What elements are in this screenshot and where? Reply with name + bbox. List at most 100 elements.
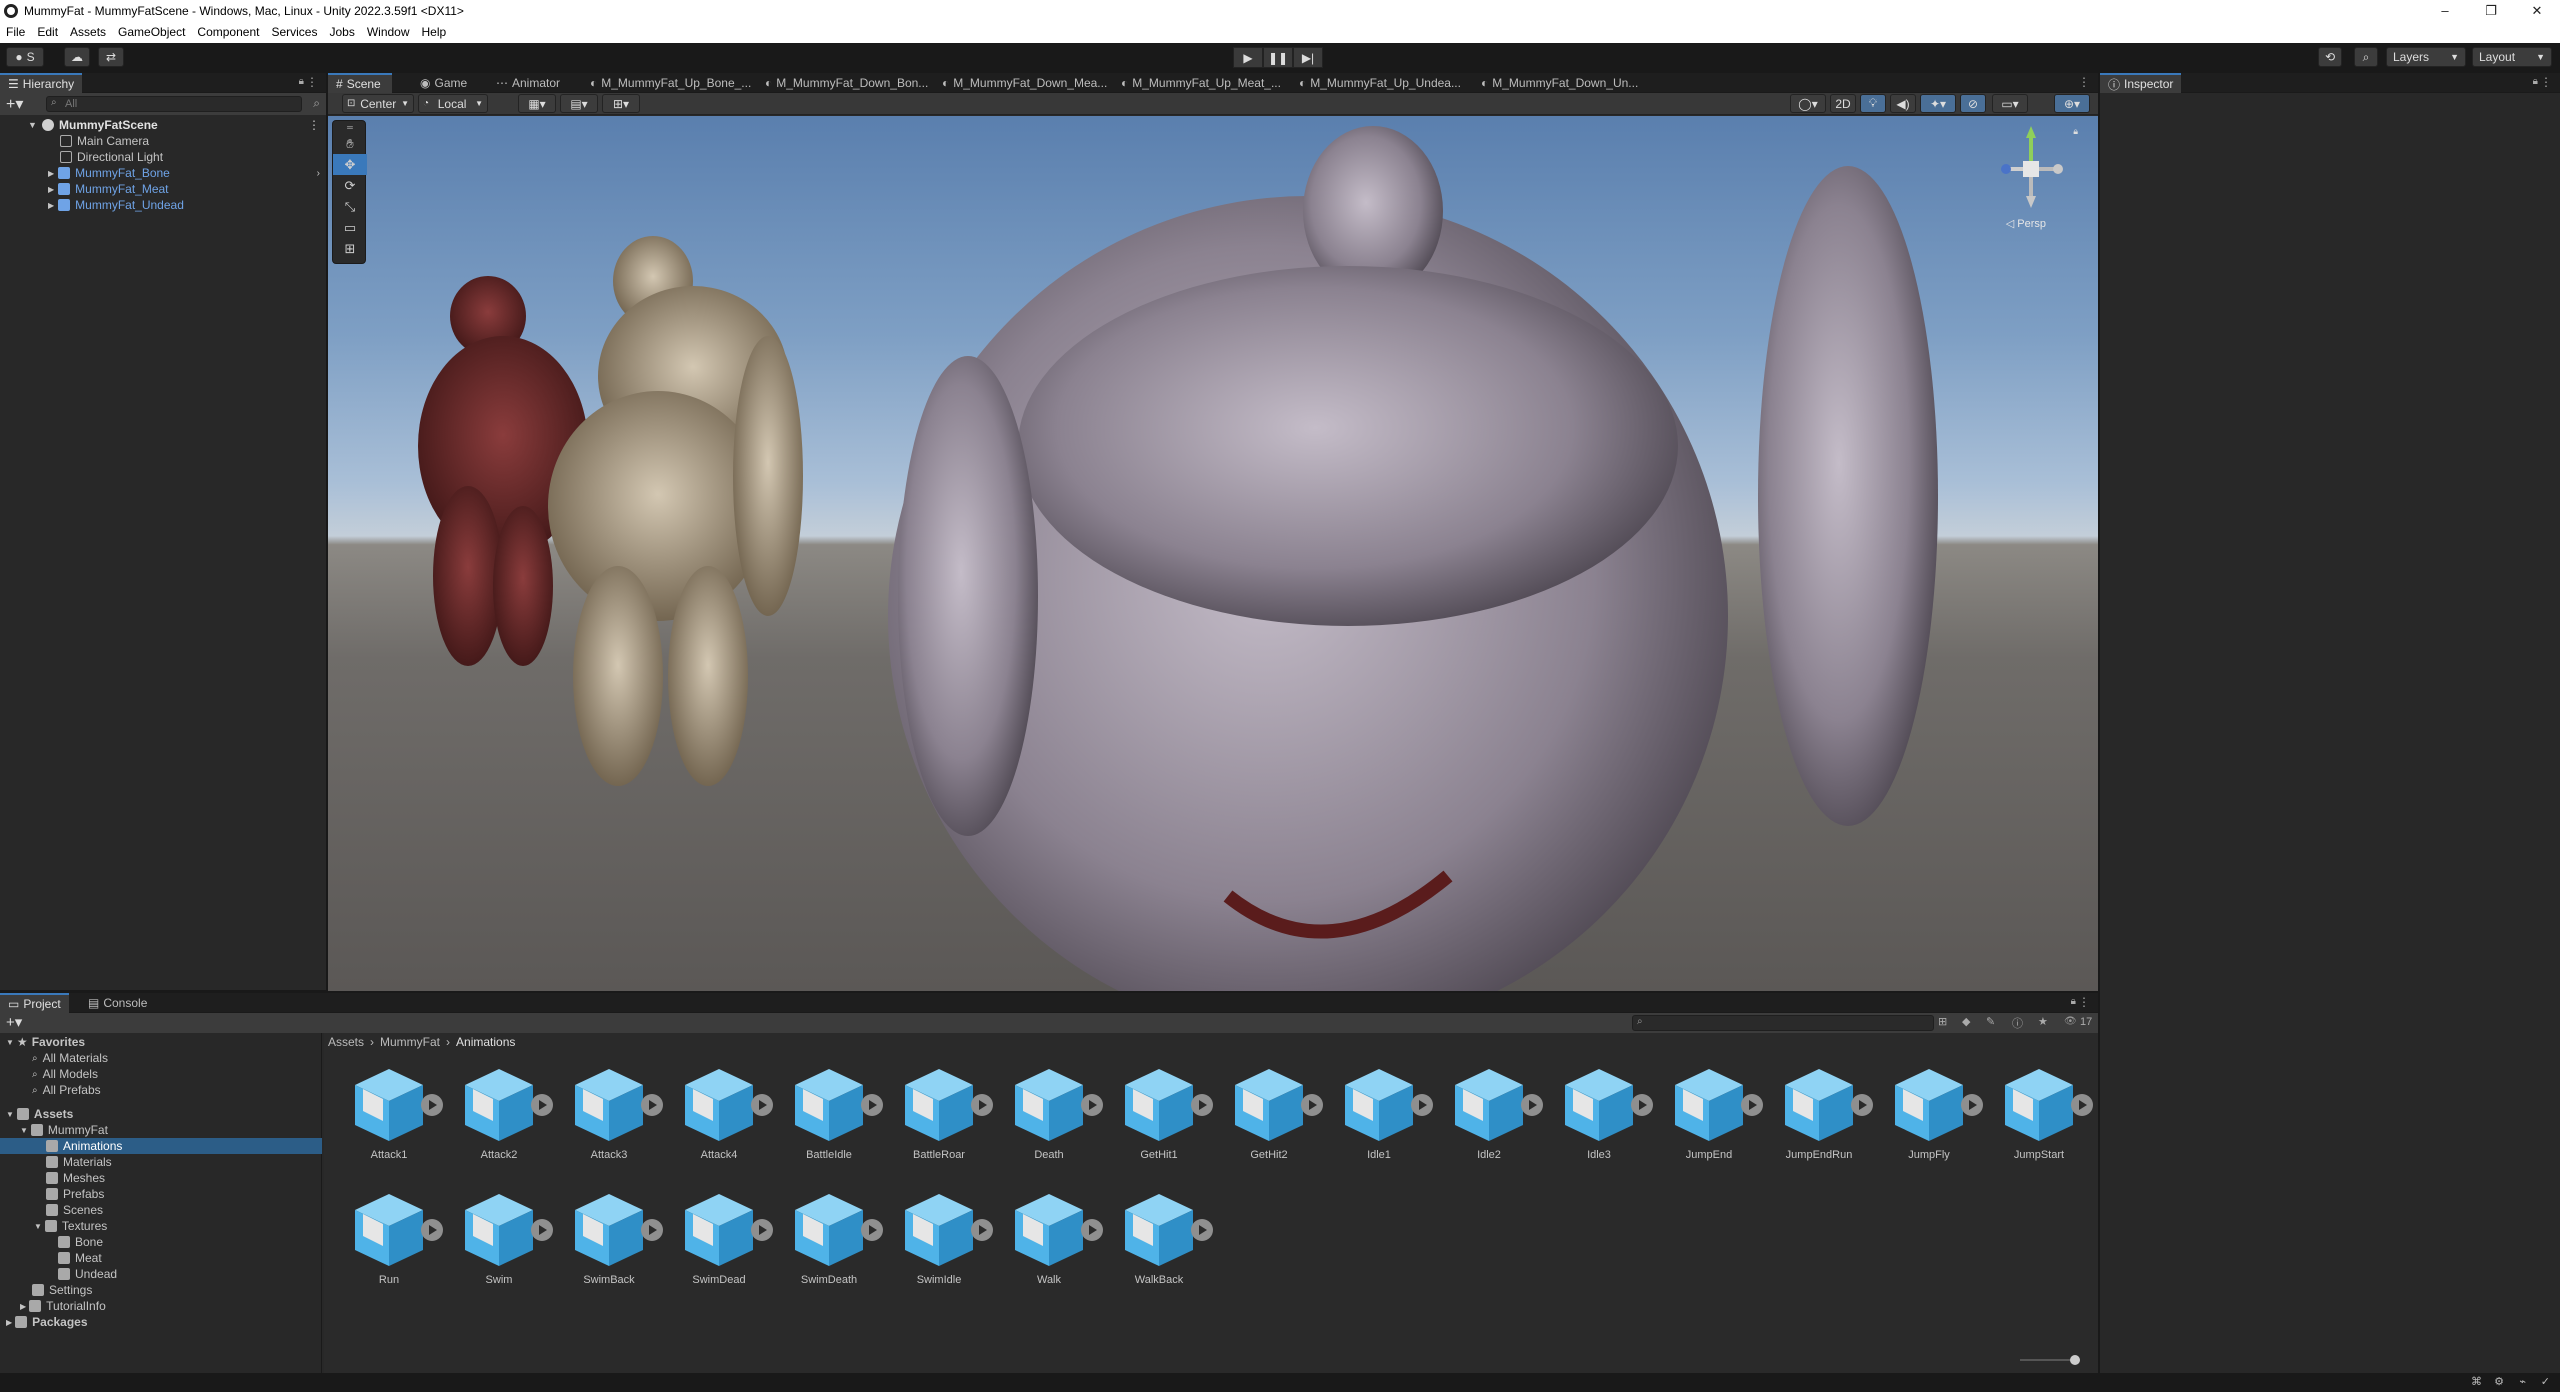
zoom-slider[interactable]	[2020, 1355, 2080, 1365]
animation-clip-asset[interactable]: SwimIdle	[884, 1182, 994, 1300]
animation-clip-asset[interactable]: Attack4	[664, 1057, 774, 1175]
favorite-star-icon[interactable]: ★	[2038, 1015, 2048, 1028]
transform-tool-icon[interactable]: ⊞	[333, 238, 367, 259]
collab-button[interactable]: ⇄	[98, 47, 124, 67]
play-preview-icon[interactable]	[751, 1094, 773, 1116]
create-asset-button[interactable]: +▾	[6, 1013, 22, 1031]
tab-material-1[interactable]: ◐ M_MummyFat_Up_Bone_...	[582, 73, 759, 93]
scene-menu-icon[interactable]: ⋮	[308, 118, 320, 132]
grid-snap-button[interactable]: ▦▾	[518, 94, 556, 113]
animation-clip-asset[interactable]: Idle3	[1544, 1057, 1654, 1175]
play-preview-icon[interactable]	[1081, 1094, 1103, 1116]
menu-edit[interactable]: Edit	[37, 25, 58, 39]
foldout-arrow-icon[interactable]: ▶	[48, 185, 54, 194]
tab-scene[interactable]: # Scene	[328, 73, 392, 93]
minimize-button[interactable]: –	[2422, 0, 2468, 21]
play-preview-icon[interactable]	[861, 1094, 883, 1116]
animation-clip-asset[interactable]: BattleRoar	[884, 1057, 994, 1175]
animation-clip-asset[interactable]: Idle1	[1324, 1057, 1434, 1175]
menu-assets[interactable]: Assets	[70, 25, 106, 39]
favorite-item[interactable]: ⌕ All Models	[32, 1066, 98, 1082]
animation-clip-asset[interactable]: GetHit2	[1214, 1057, 1324, 1175]
play-preview-icon[interactable]	[1851, 1094, 1873, 1116]
play-preview-icon[interactable]	[1961, 1094, 1983, 1116]
animation-clip-asset[interactable]: GetHit1	[1104, 1057, 1214, 1175]
hierarchy-search-field[interactable]: ⌕ All	[46, 96, 302, 112]
folder-row[interactable]: Settings	[32, 1282, 92, 1298]
foldout-arrow-icon[interactable]: ▶	[6, 1318, 12, 1327]
folder-row[interactable]: ▼ MummyFat	[20, 1122, 108, 1138]
menu-services[interactable]: Services	[271, 25, 317, 39]
status-icon-4[interactable]: ✓	[2541, 1375, 2550, 1388]
menu-window[interactable]: Window	[367, 25, 410, 39]
account-button[interactable]: ● S	[6, 47, 44, 67]
play-preview-icon[interactable]	[421, 1219, 443, 1241]
pause-button[interactable]: ❚❚	[1263, 47, 1293, 68]
projection-label[interactable]: ◁ Persp	[2006, 217, 2046, 230]
folder-row[interactable]: Materials	[46, 1154, 112, 1170]
animation-clip-asset[interactable]: BattleIdle	[774, 1057, 884, 1175]
hierarchy-item[interactable]: Directional Light	[60, 149, 163, 165]
play-preview-icon[interactable]	[971, 1219, 993, 1241]
folder-row[interactable]: ▶ TutorialInfo	[20, 1298, 106, 1314]
play-preview-icon[interactable]	[751, 1219, 773, 1241]
layout-dropdown[interactable]: Layout ▼	[2472, 47, 2552, 67]
favorite-item[interactable]: ⌕ All Materials	[32, 1050, 108, 1066]
foldout-arrow-icon[interactable]: ▶	[48, 201, 54, 210]
folder-row[interactable]: Undead	[58, 1266, 117, 1282]
favorites-row[interactable]: ▼ ★ Favorites	[6, 1034, 85, 1050]
tab-material-4[interactable]: ◐ M_MummyFat_Up_Meat_...	[1113, 73, 1289, 93]
packages-folder-row[interactable]: ▶ Packages	[6, 1314, 88, 1330]
tab-material-6[interactable]: ◐ M_MummyFat_Down_Un...	[1473, 73, 1646, 93]
rotate-tool-icon[interactable]: ⟳	[333, 175, 367, 196]
play-preview-icon[interactable]	[1411, 1094, 1433, 1116]
menu-gameobject[interactable]: GameObject	[118, 25, 185, 39]
move-tool-icon[interactable]: ✥	[333, 154, 367, 175]
step-button[interactable]: ▶|	[1293, 47, 1323, 68]
folder-row[interactable]: Prefabs	[46, 1186, 104, 1202]
foldout-arrow-icon[interactable]: ▼	[20, 1126, 28, 1135]
mummy-bone-model[interactable]	[548, 236, 803, 786]
rect-tool-icon[interactable]: ▭	[333, 217, 367, 238]
tab-material-5[interactable]: ◐ M_MummyFat_Up_Undea...	[1291, 73, 1469, 93]
play-preview-icon[interactable]	[531, 1094, 553, 1116]
menu-file[interactable]: File	[6, 25, 25, 39]
info-icon[interactable]: ⓘ	[2012, 1015, 2023, 1031]
animation-clip-asset[interactable]: SwimBack	[554, 1182, 664, 1300]
label-filter-icon[interactable]: ✎	[1986, 1015, 1995, 1028]
scene-root-row[interactable]: ▼ MummyFatScene ⋮	[28, 117, 320, 133]
foldout-arrow-icon[interactable]: ▼	[28, 120, 37, 130]
menu-jobs[interactable]: Jobs	[329, 25, 354, 39]
close-button[interactable]: ✕	[2514, 0, 2560, 21]
play-preview-icon[interactable]	[1301, 1094, 1323, 1116]
play-preview-icon[interactable]	[531, 1219, 553, 1241]
animation-clip-asset[interactable]: Death	[994, 1057, 1104, 1175]
folder-row[interactable]: Meshes	[46, 1170, 105, 1186]
foldout-arrow-icon[interactable]: ▼	[34, 1222, 42, 1231]
play-preview-icon[interactable]	[421, 1094, 443, 1116]
animation-clip-asset[interactable]: SwimDeath	[774, 1182, 884, 1300]
play-preview-icon[interactable]	[1081, 1219, 1103, 1241]
cloud-button[interactable]: ☁	[64, 47, 90, 67]
play-preview-icon[interactable]	[1521, 1094, 1543, 1116]
play-preview-icon[interactable]	[2071, 1094, 2093, 1116]
play-preview-icon[interactable]	[1631, 1094, 1653, 1116]
animation-clip-asset[interactable]: JumpEnd	[1654, 1057, 1764, 1175]
tab-material-3[interactable]: ◐ M_MummyFat_Down_Mea...	[934, 73, 1115, 93]
folder-row-selected[interactable]: Animations	[0, 1138, 322, 1154]
play-preview-icon[interactable]	[1191, 1219, 1213, 1241]
open-prefab-arrow-icon[interactable]: ›	[317, 168, 320, 179]
animation-clip-asset[interactable]: WalkBack	[1104, 1182, 1214, 1300]
project-search-field[interactable]: ⌕	[1632, 1015, 1934, 1031]
toggle-2d-button[interactable]: 2D	[1830, 94, 1856, 113]
lock-icon[interactable]: 🔒︎	[2071, 996, 2076, 1007]
hierarchy-item[interactable]: ▶ MummyFat_Bone ›	[48, 165, 320, 181]
foldout-arrow-icon[interactable]: ▶	[20, 1302, 26, 1311]
animation-clip-asset[interactable]: Attack1	[334, 1057, 444, 1175]
lock-icon[interactable]: 🔒︎	[2073, 126, 2078, 137]
animation-clip-asset[interactable]: Walk	[994, 1182, 1104, 1300]
shading-mode-dropdown[interactable]: ◯▾	[1790, 94, 1826, 113]
effects-dropdown[interactable]: ✦▾	[1920, 94, 1956, 113]
search-by-type-icon[interactable]: ⌕	[313, 96, 320, 111]
animation-clip-asset[interactable]: Attack2	[444, 1057, 554, 1175]
